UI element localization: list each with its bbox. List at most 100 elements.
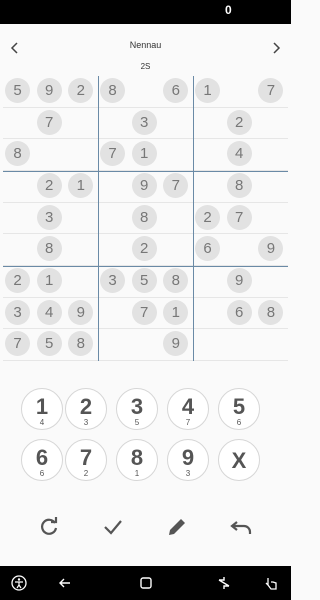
sudoku-cell[interactable]: [193, 139, 225, 171]
sudoku-cell[interactable]: [3, 203, 35, 235]
undo-icon[interactable]: [228, 514, 254, 540]
sudoku-cell[interactable]: [193, 266, 225, 298]
sudoku-cell[interactable]: 9: [161, 329, 193, 362]
restart-icon[interactable]: [36, 514, 62, 540]
sudoku-cell[interactable]: 3: [129, 108, 162, 140]
sudoku-cell[interactable]: 2: [193, 203, 225, 235]
sudoku-cell[interactable]: 8: [66, 329, 98, 362]
pencil-icon[interactable]: [164, 514, 190, 540]
chevron-right-icon[interactable]: [266, 38, 286, 58]
sudoku-cell[interactable]: [3, 171, 35, 203]
sudoku-cell[interactable]: 4: [34, 298, 67, 330]
sudoku-cell[interactable]: 3: [98, 266, 130, 298]
digit-key-2[interactable]: 23: [65, 388, 107, 430]
sudoku-cell[interactable]: 2: [129, 234, 162, 266]
sudoku-cell[interactable]: 7: [161, 171, 193, 203]
sudoku-cell[interactable]: 8: [34, 234, 67, 266]
sudoku-cell[interactable]: [98, 108, 130, 140]
sudoku-cell[interactable]: 9: [224, 266, 257, 298]
sudoku-cell[interactable]: [224, 329, 257, 362]
digit-key-6[interactable]: 66: [21, 439, 63, 481]
sudoku-cell[interactable]: 5: [129, 266, 162, 298]
sudoku-cell[interactable]: [193, 108, 225, 140]
sudoku-cell[interactable]: 8: [3, 139, 35, 171]
sudoku-cell[interactable]: [3, 108, 35, 140]
sudoku-cell[interactable]: [193, 171, 225, 203]
back-icon[interactable]: [56, 574, 74, 592]
sudoku-cell[interactable]: 8: [224, 171, 257, 203]
sudoku-cell[interactable]: 6: [224, 298, 257, 330]
sudoku-cell[interactable]: [193, 298, 225, 330]
sudoku-cell[interactable]: 8: [129, 203, 162, 235]
sudoku-cell[interactable]: 4: [224, 139, 257, 171]
digit-key-4[interactable]: 47: [167, 388, 209, 430]
sudoku-cell[interactable]: [224, 234, 257, 266]
sudoku-cell[interactable]: 6: [193, 234, 225, 266]
gesture-icon[interactable]: [262, 574, 280, 592]
home-icon[interactable]: [137, 574, 155, 592]
sudoku-cell[interactable]: 9: [129, 171, 162, 203]
sudoku-cell[interactable]: 5: [34, 329, 67, 362]
check-icon[interactable]: [100, 514, 126, 540]
sudoku-cell[interactable]: [66, 234, 98, 266]
sudoku-cell[interactable]: 2: [66, 76, 98, 108]
sudoku-cell[interactable]: 2: [224, 108, 257, 140]
sudoku-cell[interactable]: 1: [161, 298, 193, 330]
sudoku-cell[interactable]: [66, 266, 98, 298]
sudoku-cell[interactable]: [98, 234, 130, 266]
sudoku-cell[interactable]: 3: [34, 203, 67, 235]
erase-button[interactable]: X: [218, 439, 260, 481]
sudoku-cell[interactable]: 9: [34, 76, 67, 108]
sudoku-cell[interactable]: 8: [256, 298, 289, 330]
sudoku-cell[interactable]: 1: [129, 139, 162, 171]
digit-key-3[interactable]: 35: [116, 388, 158, 430]
sudoku-cell[interactable]: 3: [3, 298, 35, 330]
sudoku-cell[interactable]: 6: [161, 76, 193, 108]
sudoku-cell[interactable]: [256, 171, 289, 203]
sudoku-cell[interactable]: [193, 329, 225, 362]
digit-key-5[interactable]: 56: [218, 388, 260, 430]
sudoku-cell[interactable]: 1: [66, 171, 98, 203]
sudoku-cell[interactable]: [256, 203, 289, 235]
sudoku-cell[interactable]: [98, 203, 130, 235]
sudoku-cell[interactable]: 7: [34, 108, 67, 140]
sudoku-cell[interactable]: [256, 266, 289, 298]
digit-key-8[interactable]: 81: [116, 439, 158, 481]
sudoku-cell[interactable]: 7: [98, 139, 130, 171]
sudoku-cell[interactable]: [66, 108, 98, 140]
recent-apps-icon[interactable]: [215, 574, 233, 592]
sudoku-cell[interactable]: 7: [224, 203, 257, 235]
sudoku-cell[interactable]: [98, 171, 130, 203]
sudoku-cell[interactable]: 8: [98, 76, 130, 108]
sudoku-cell[interactable]: [129, 329, 162, 362]
sudoku-cell[interactable]: [66, 203, 98, 235]
sudoku-cell[interactable]: 9: [256, 234, 289, 266]
sudoku-cell[interactable]: [98, 329, 130, 362]
accessibility-icon[interactable]: [10, 574, 28, 592]
sudoku-cell[interactable]: [256, 108, 289, 140]
sudoku-cell[interactable]: 9: [66, 298, 98, 330]
sudoku-cell[interactable]: 1: [193, 76, 225, 108]
digit-key-9[interactable]: 93: [167, 439, 209, 481]
sudoku-cell[interactable]: [256, 139, 289, 171]
sudoku-cell[interactable]: [129, 76, 162, 108]
sudoku-cell[interactable]: [161, 108, 193, 140]
sudoku-cell[interactable]: [161, 234, 193, 266]
sudoku-cell[interactable]: 7: [3, 329, 35, 362]
sudoku-cell[interactable]: 7: [256, 76, 289, 108]
sudoku-cell[interactable]: 5: [3, 76, 35, 108]
sudoku-cell[interactable]: [161, 139, 193, 171]
sudoku-cell[interactable]: [98, 298, 130, 330]
sudoku-cell[interactable]: 2: [3, 266, 35, 298]
sudoku-cell[interactable]: 7: [129, 298, 162, 330]
sudoku-cell[interactable]: [3, 234, 35, 266]
sudoku-cell[interactable]: 2: [34, 171, 67, 203]
sudoku-cell[interactable]: [256, 329, 289, 362]
sudoku-cell[interactable]: [224, 76, 257, 108]
sudoku-cell[interactable]: 1: [34, 266, 67, 298]
sudoku-cell[interactable]: 8: [161, 266, 193, 298]
sudoku-cell[interactable]: [161, 203, 193, 235]
sudoku-cell[interactable]: [34, 139, 67, 171]
digit-key-1[interactable]: 14: [21, 388, 63, 430]
sudoku-cell[interactable]: [66, 139, 98, 171]
